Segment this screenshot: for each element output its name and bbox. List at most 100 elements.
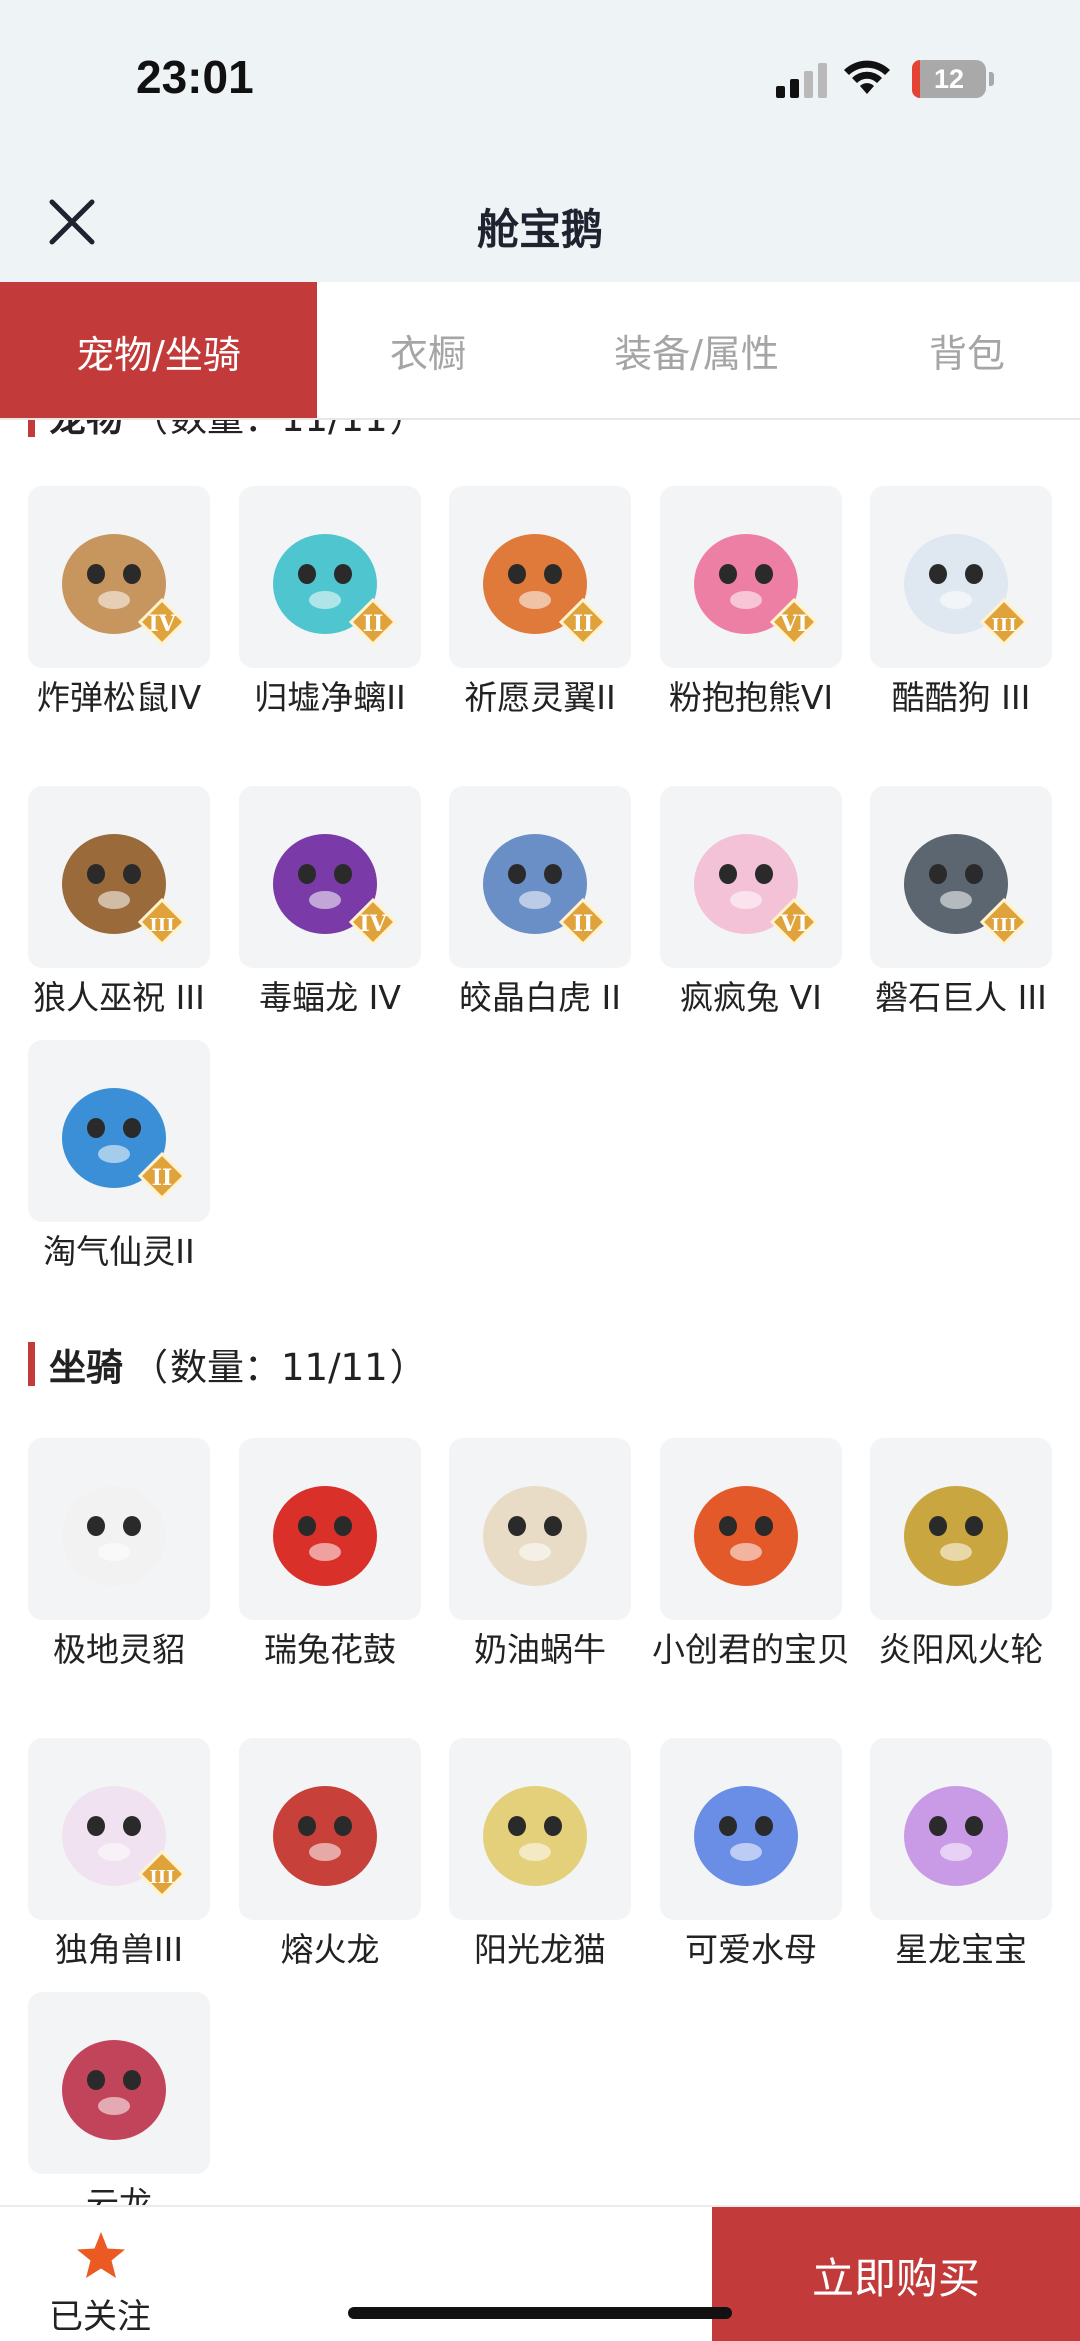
item-thumbnail bbox=[660, 1738, 842, 1920]
svg-text:II: II bbox=[573, 911, 594, 937]
creature-portrait-icon bbox=[904, 1786, 1008, 1886]
tab-divider bbox=[0, 418, 1080, 420]
item-thumbnail bbox=[28, 1438, 210, 1620]
svg-text:VI: VI bbox=[779, 911, 807, 937]
creature-portrait-icon bbox=[273, 1786, 377, 1886]
creature-portrait-icon bbox=[904, 1486, 1008, 1586]
pet-item[interactable]: III 酷酷狗 III bbox=[870, 486, 1052, 720]
buy-now-button[interactable]: 立即购买 bbox=[712, 2207, 1080, 2341]
mount-item[interactable]: 星龙宝宝 bbox=[870, 1738, 1052, 1972]
section-accent-bar bbox=[28, 420, 35, 437]
creature-portrait-icon: VI bbox=[694, 534, 819, 647]
pet-item[interactable]: II 淘气仙灵II bbox=[28, 1040, 210, 1274]
item-thumbnail bbox=[870, 1738, 1052, 1920]
pets-count-value: 11/11 bbox=[281, 420, 388, 440]
mounts-count-value: 11/11 bbox=[281, 1346, 388, 1389]
pet-item[interactable]: IV 炸弹松鼠IV bbox=[28, 486, 210, 720]
item-thumbnail: II bbox=[239, 486, 421, 668]
item-thumbnail: III bbox=[870, 786, 1052, 968]
item-name: 阳光龙猫 bbox=[474, 1930, 606, 1969]
pet-item[interactable]: IV 毒蝠龙 IV bbox=[239, 786, 421, 1020]
item-thumbnail: IV bbox=[28, 486, 210, 668]
mounts-count-label: 数量： bbox=[170, 1346, 281, 1389]
mount-item[interactable]: 小创君的宝贝 bbox=[652, 1438, 850, 1672]
item-name: 熔火龙 bbox=[280, 1930, 380, 1969]
content-scroll[interactable]: 宠物 （数量：11/11） IV 炸弹松鼠IV II 归墟净螭II II 祈愿灵翼II VI… bbox=[0, 420, 1080, 2205]
item-name: 奶油蜗牛 bbox=[474, 1630, 606, 1669]
item-name: 淘气仙灵II bbox=[43, 1232, 195, 1271]
creature-portrait-icon bbox=[694, 1486, 798, 1586]
follow-button[interactable]: 已关注 bbox=[0, 2207, 200, 2341]
mount-item[interactable]: 炎阳风火轮 bbox=[870, 1438, 1052, 1672]
item-name: 炎阳风火轮 bbox=[878, 1630, 1044, 1669]
battery-tip bbox=[989, 72, 994, 86]
pet-item[interactable]: III 磐石巨人 III bbox=[870, 786, 1052, 1020]
wifi-icon bbox=[844, 60, 890, 94]
creature-portrait-icon: II bbox=[483, 534, 608, 647]
pets-section-header: 宠物 （数量：11/11） bbox=[28, 420, 429, 440]
item-name: 酷酷狗 III bbox=[891, 678, 1031, 717]
pet-item[interactable]: VI 疯疯兔 VI bbox=[660, 786, 842, 1020]
mount-item[interactable]: III 独角兽III bbox=[28, 1738, 210, 1972]
item-thumbnail: VI bbox=[660, 786, 842, 968]
item-name: 云龙 bbox=[86, 2184, 152, 2205]
creature-portrait-icon: III bbox=[904, 834, 1029, 947]
creature-portrait-icon bbox=[62, 1486, 166, 1586]
mount-item[interactable]: 可爱水母 bbox=[660, 1738, 842, 1972]
item-thumbnail bbox=[660, 1438, 842, 1620]
mount-item[interactable]: 熔火龙 bbox=[239, 1738, 421, 1972]
tab-equipment[interactable]: 装备/属性 bbox=[539, 282, 854, 418]
close-button[interactable] bbox=[44, 194, 100, 250]
home-indicator bbox=[348, 2307, 732, 2319]
mount-item[interactable]: 瑞兔花鼓 bbox=[239, 1438, 421, 1672]
svg-text:III: III bbox=[149, 915, 174, 936]
svg-text:III: III bbox=[991, 915, 1016, 936]
creature-portrait-icon: III bbox=[62, 834, 187, 947]
close-icon bbox=[49, 199, 95, 245]
pet-item[interactable]: VI 粉抱抱熊VI bbox=[660, 486, 842, 720]
pet-item[interactable]: II 祈愿灵翼II bbox=[449, 486, 631, 720]
item-name: 星龙宝宝 bbox=[895, 1930, 1027, 1969]
item-name: 毒蝠龙 IV bbox=[259, 978, 401, 1017]
creature-portrait-icon: II bbox=[62, 1088, 187, 1201]
header-area bbox=[0, 0, 1080, 282]
creature-portrait-icon bbox=[62, 2040, 166, 2140]
creature-portrait-icon: IV bbox=[273, 834, 398, 947]
pet-item[interactable]: II 皎晶白虎 II bbox=[449, 786, 631, 1020]
creature-portrait-icon: II bbox=[273, 534, 398, 647]
creature-portrait-icon: III bbox=[904, 534, 1029, 647]
item-thumbnail bbox=[239, 1438, 421, 1620]
item-name: 瑞兔花鼓 bbox=[264, 1630, 396, 1669]
mounts-section-header: 坐骑 （数量：11/11） bbox=[28, 1339, 429, 1389]
mount-item[interactable]: 极地灵貂 bbox=[28, 1438, 210, 1672]
tab-bar: 宠物/坐骑 衣橱 装备/属性 背包 bbox=[0, 282, 1080, 420]
pet-item[interactable]: III 狼人巫祝 III bbox=[28, 786, 210, 1020]
creature-portrait-icon: II bbox=[483, 834, 608, 947]
section-accent-bar bbox=[28, 1342, 35, 1386]
tab-pets-mounts[interactable]: 宠物/坐骑 bbox=[0, 282, 317, 420]
follow-label: 已关注 bbox=[49, 2297, 151, 2337]
bottom-bar: 已关注 立即购买 bbox=[0, 2205, 1080, 2341]
pets-count-label: 数量： bbox=[170, 420, 281, 440]
creature-portrait-icon bbox=[483, 1486, 587, 1586]
item-name: 粉抱抱熊VI bbox=[668, 678, 834, 717]
tab-backpack[interactable]: 背包 bbox=[854, 282, 1080, 418]
tab-wardrobe[interactable]: 衣橱 bbox=[317, 282, 539, 418]
item-thumbnail bbox=[449, 1738, 631, 1920]
pets-section-count: （数量：11/11） bbox=[129, 420, 429, 442]
svg-text:II: II bbox=[363, 611, 384, 637]
item-thumbnail: II bbox=[28, 1040, 210, 1222]
creature-portrait-icon bbox=[483, 1786, 587, 1886]
mount-item[interactable]: 阳光龙猫 bbox=[449, 1738, 631, 1972]
svg-text:II: II bbox=[152, 1165, 173, 1191]
pets-section-title: 宠物 bbox=[49, 420, 123, 442]
item-name: 小创君的宝贝 bbox=[652, 1630, 850, 1669]
mount-item[interactable]: 云龙 bbox=[28, 1992, 210, 2205]
mounts-section-title: 坐骑 bbox=[49, 1346, 123, 1389]
mount-item[interactable]: 奶油蜗牛 bbox=[449, 1438, 631, 1672]
pet-item[interactable]: II 归墟净螭II bbox=[239, 486, 421, 720]
item-name: 祈愿灵翼II bbox=[464, 678, 616, 717]
svg-text:VI: VI bbox=[779, 611, 807, 637]
creature-portrait-icon bbox=[694, 1786, 798, 1886]
creature-portrait-icon: III bbox=[62, 1786, 187, 1899]
